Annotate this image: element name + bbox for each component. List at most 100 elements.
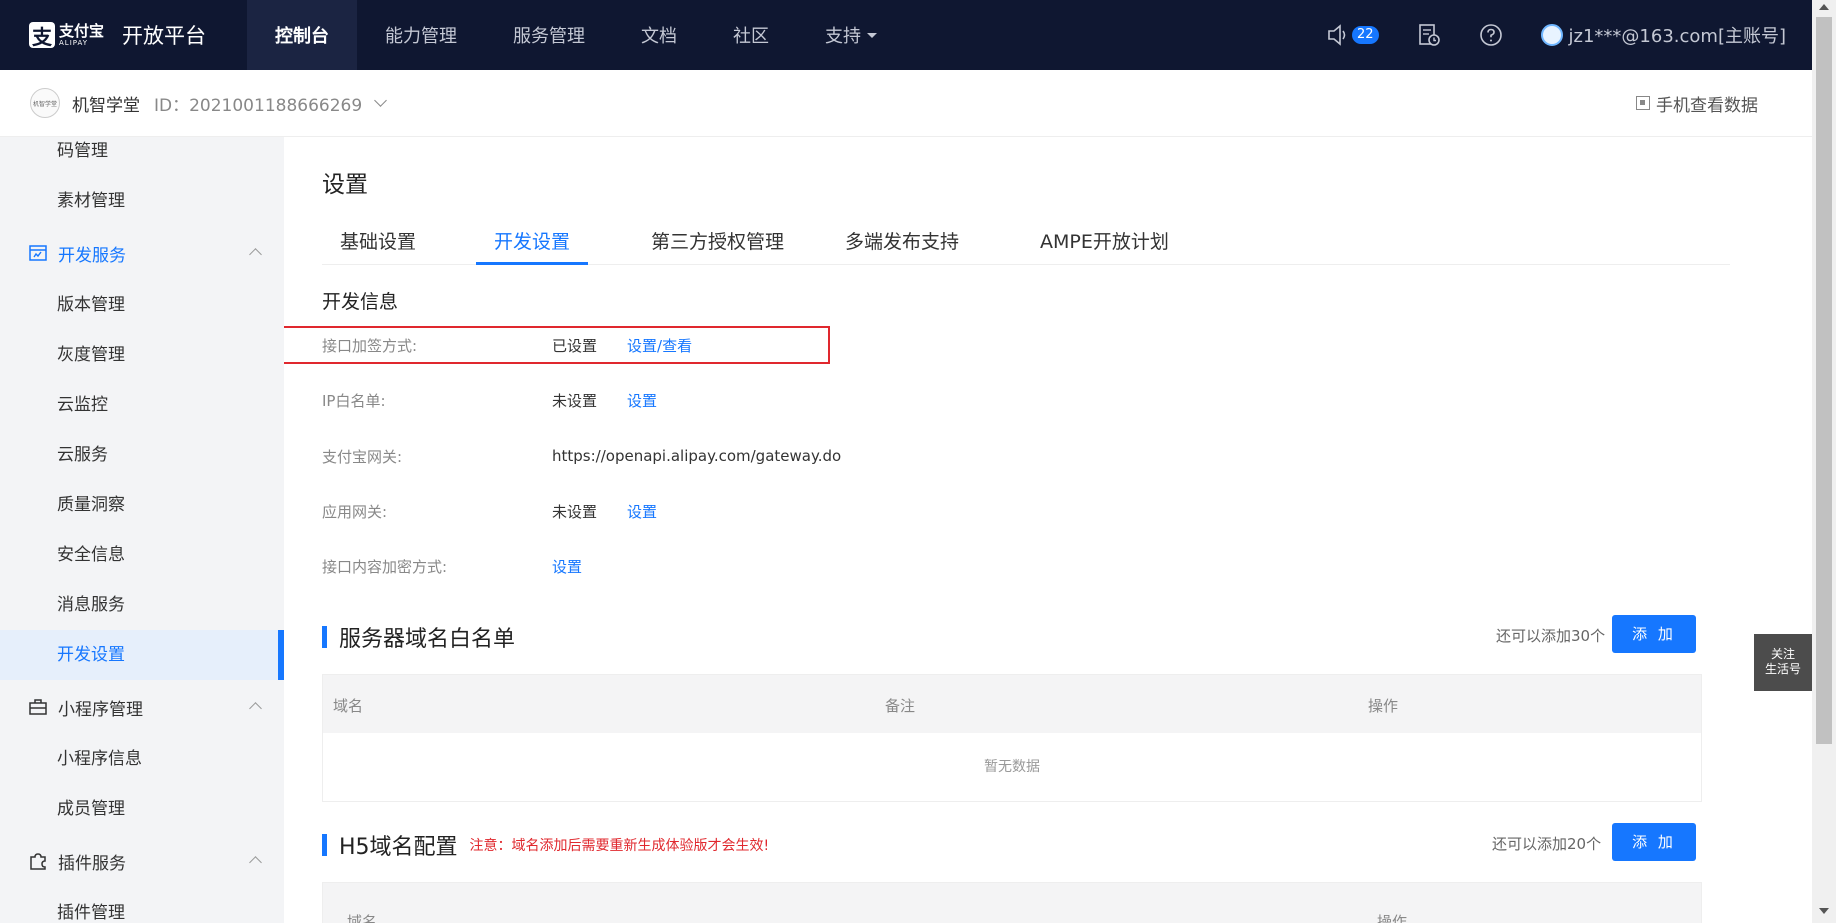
sidebar-item-miniapp-info[interactable]: 小程序信息 [0,734,284,784]
chevron-up-icon [249,856,262,869]
alipay-logo[interactable]: 支 支付宝 ALIPAY 开放平台 [0,0,247,70]
table-header: 域名 操作 [323,883,1701,923]
nav-right: 22 jz1***@163.com[主账号] [1327,0,1786,70]
scroll-thumb[interactable] [1816,17,1832,744]
row-label: IP白名单: [322,391,386,410]
sidebar-group-miniapp[interactable]: 小程序管理 [0,680,284,734]
sidebar-group-plugin-label: 插件服务 [58,853,126,874]
logo-en: ALIPAY [59,38,89,47]
sidebar-item-security[interactable]: 安全信息 [0,530,284,580]
server-domain-remain: 还可以添加30个 [1496,627,1606,645]
row-value: 未设置 [552,391,598,410]
header-action: 操作 [1377,913,1408,923]
settings-tabs: 基础设置 开发设置 第三方授权管理 多端发布支持 AMPE开放计划 [322,227,1730,265]
nav-service[interactable]: 服务管理 [485,0,613,70]
sidebar-item-members[interactable]: 成员管理 [0,784,284,834]
chevron-up-icon [249,248,262,261]
h5-domain-remain: 还可以添加20个 [1492,835,1602,853]
chevron-up-icon [249,702,262,715]
alipay-logo-text: 支付宝 ALIPAY [59,23,104,48]
page-title: 设置 [322,172,368,198]
empty-state: 暂无数据 [984,759,1040,775]
sidebar-group-dev-label: 开发服务 [58,245,126,266]
top-navbar: 支 支付宝 ALIPAY 开放平台 控制台 能力管理 服务管理 文档 社区 支持… [0,0,1812,70]
ticket-button[interactable] [1417,23,1441,47]
tab-third-party[interactable]: 第三方授权管理 [651,227,784,265]
caret-down-icon [867,32,877,38]
nav-docs[interactable]: 文档 [613,0,705,70]
h5-domain-note: 注意：域名添加后需要重新生成体验版才会生效! [469,838,770,854]
row-value: 未设置 [552,502,598,521]
row-value: 已设置 [552,336,598,355]
main-content: 设置 基础设置 开发设置 第三方授权管理 多端发布支持 AMPE开放计划 开发信… [284,137,1812,923]
alipay-logo-icon: 支 [29,22,55,49]
server-domain-add-button[interactable]: 添 加 [1612,615,1696,653]
h5-domain-add-button[interactable]: 添 加 [1612,823,1696,861]
row-label: 接口内容加密方式: [322,557,448,576]
mobile-data-button[interactable]: 手机查看数据 [1636,91,1758,116]
app-name: 机智学堂 [72,95,140,116]
scroll-down-icon[interactable] [1819,908,1829,914]
row-ip-whitelist: IP白名单: 未设置 设置 [322,388,657,412]
sidebar-item-code[interactable]: 码管理 [0,137,284,176]
app-gateway-set-link[interactable]: 设置 [627,501,657,522]
row-content-encryption: 接口内容加密方式: 设置 [322,554,582,578]
page-scrollbar[interactable] [1812,0,1836,923]
header-domain: 域名 [347,913,378,923]
account-name: jz1***@163.com[主账号] [1568,26,1786,47]
qrcode-icon [1636,96,1650,110]
row-sign-method: 接口加签方式: 已设置 设置/查看 [322,333,692,357]
notification-badge: 22 [1351,26,1379,44]
ip-whitelist-set-link[interactable]: 设置 [627,390,657,411]
row-alipay-gateway: 支付宝网关: https://openapi.alipay.com/gatewa… [322,444,871,468]
sidebar-item-message[interactable]: 消息服务 [0,580,284,630]
follow-lifestyle-button[interactable]: 关注 生活号 [1754,634,1812,691]
header-remark: 备注 [885,697,916,715]
scroll-up-icon[interactable] [1819,4,1829,10]
nav-community[interactable]: 社区 [705,0,797,70]
app-id: ID：2021001188666269 [154,95,363,116]
tab-ampe[interactable]: AMPE开放计划 [1040,227,1169,265]
server-domain-title-text: 服务器域名白名单 [339,627,516,652]
sidebar-item-quality[interactable]: 质量洞察 [0,480,284,530]
table-header: 域名 备注 操作 [323,675,1701,733]
sidebar-item-plugin-manage[interactable]: 插件管理 [0,888,284,923]
server-domain-title: 服务器域名白名单 [322,621,515,653]
tab-basic[interactable]: 基础设置 [340,227,416,265]
app-header: 机智学堂 机智学堂 ID：2021001188666269 手机查看数据 [0,70,1812,137]
question-icon [1479,24,1502,46]
sign-method-view-link[interactable]: 设置/查看 [627,335,692,356]
tab-dev-settings[interactable]: 开发设置 [476,227,589,265]
nav-capability[interactable]: 能力管理 [357,0,485,70]
follow-line2: 生活号 [1764,662,1801,676]
speaker-icon [1328,24,1346,46]
sidebar-item-gray[interactable]: 灰度管理 [0,330,284,380]
help-button[interactable] [1479,23,1503,47]
sidebar: 码管理 素材管理 开发服务 版本管理 灰度管理 云监控 云服务 质量洞察 安全信… [0,137,284,923]
server-domain-table: 域名 备注 操作 暂无数据 [322,674,1702,802]
row-app-gateway: 应用网关: 未设置 设置 [322,499,657,523]
row-value: https://openapi.alipay.com/gateway.do [552,447,842,465]
tab-multi-platform[interactable]: 多端发布支持 [845,227,959,265]
header-action: 操作 [1368,697,1399,715]
sidebar-item-cloud-service[interactable]: 云服务 [0,430,284,480]
content-encryption-set-link[interactable]: 设置 [552,556,582,577]
account-menu[interactable]: jz1***@163.com[主账号] [1540,22,1786,48]
logo-cn: 支付宝 [59,21,105,40]
sidebar-item-cloud-monitor[interactable]: 云监控 [0,380,284,430]
h5-domain-title: H5域名配置 注意：域名添加后需要重新生成体验版才会生效! [322,829,769,861]
chevron-down-icon[interactable] [374,94,388,107]
platform-name: 开放平台 [122,24,207,48]
miniapp-icon [28,697,48,717]
dev-service-icon [28,243,48,263]
sidebar-item-material[interactable]: 素材管理 [0,176,284,226]
sidebar-item-version[interactable]: 版本管理 [0,280,284,330]
notification-button[interactable]: 22 [1327,24,1379,46]
mobile-data-label: 手机查看数据 [1656,95,1758,116]
nav-support[interactable]: 支持 [797,0,905,70]
sidebar-group-dev[interactable]: 开发服务 [0,226,284,280]
sidebar-item-dev-settings[interactable]: 开发设置 [0,630,284,680]
sidebar-group-plugin[interactable]: 插件服务 [0,834,284,888]
nav-console[interactable]: 控制台 [247,0,357,70]
h5-domain-title-text: H5域名配置 [339,835,458,860]
